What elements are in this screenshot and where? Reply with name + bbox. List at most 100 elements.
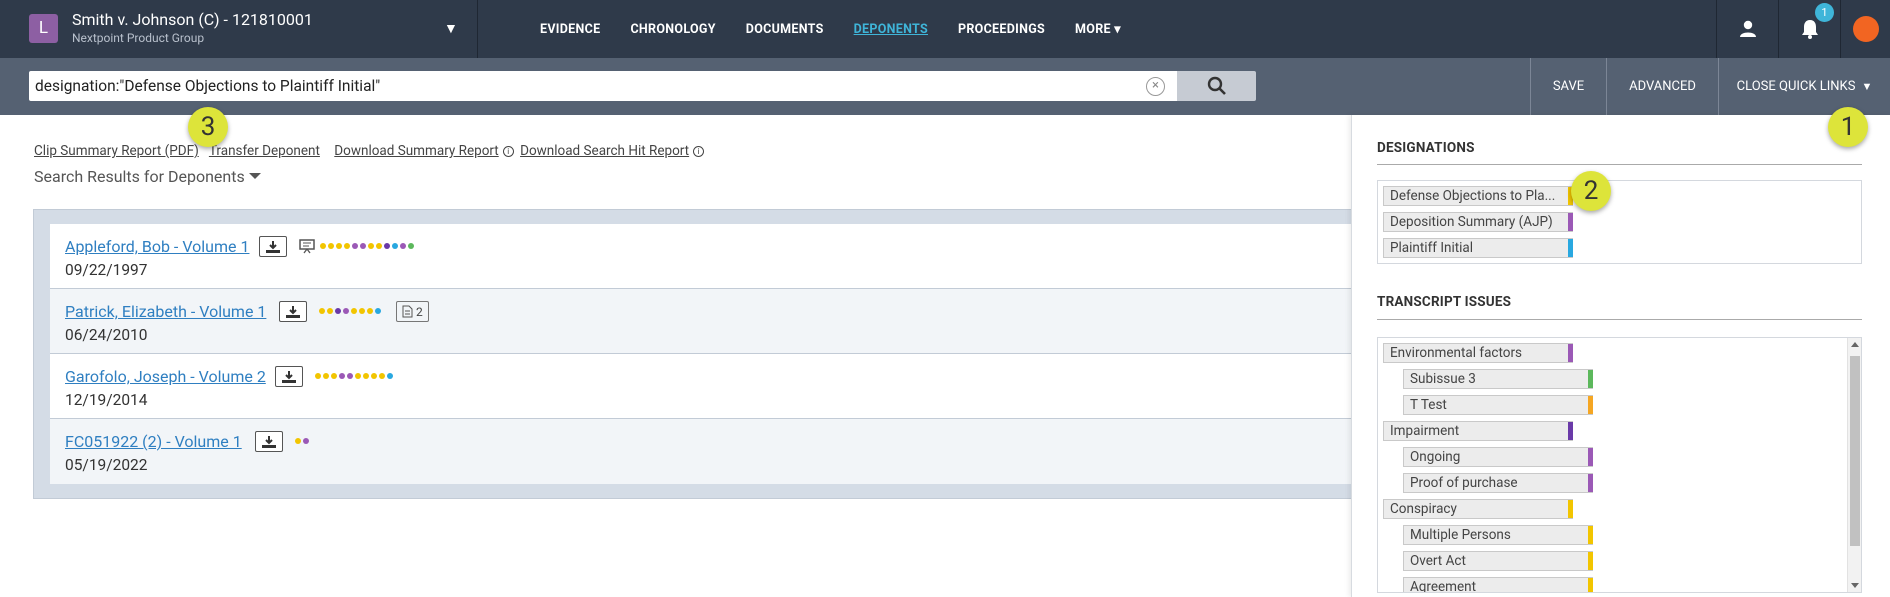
tag-label: Environmental factors <box>1390 345 1523 361</box>
callout-marker: 1 <box>1828 107 1868 147</box>
user-icon <box>1739 20 1756 37</box>
save-search-button[interactable]: SAVE <box>1530 58 1606 115</box>
designation-dot <box>400 243 406 249</box>
info-icon[interactable]: i <box>693 146 705 157</box>
designation-dot <box>392 243 398 249</box>
advanced-search-button[interactable]: ADVANCED <box>1606 58 1718 115</box>
tag-label: Conspiracy <box>1390 501 1457 517</box>
designation-dot <box>379 373 385 379</box>
nav-documents[interactable]: DOCUMENTS <box>746 22 824 37</box>
nav-proceedings[interactable]: PROCEEDINGS <box>958 22 1045 37</box>
tag-label: Defense Objections to Pla... <box>1390 188 1556 204</box>
notifications-button[interactable]: 1 <box>1778 0 1840 58</box>
case-dropdown-caret-icon[interactable]: ▼ <box>444 20 458 37</box>
exhibit-count[interactable]: 2 <box>396 301 429 322</box>
tag-item[interactable]: Deposition Summary (AJP) <box>1383 212 1573 232</box>
tag-item[interactable]: T Test <box>1403 395 1593 415</box>
nav-chronology[interactable]: CHRONOLOGY <box>630 22 715 37</box>
search-input[interactable] <box>29 71 1177 101</box>
scroll-down-icon[interactable] <box>1851 583 1859 588</box>
results-heading-label: Search Results for Deponents <box>34 167 245 186</box>
tag-item[interactable]: Ongoing <box>1403 447 1593 467</box>
user-menu-button[interactable] <box>1716 0 1778 58</box>
tag-label: Ongoing <box>1410 449 1461 465</box>
download-button[interactable] <box>279 301 307 322</box>
designation-dot <box>319 308 325 314</box>
designation-dot <box>360 243 366 249</box>
divider <box>1377 319 1862 320</box>
results-list: Appleford, Bob - Volume 1 09/22/1997 Pat… <box>33 209 1394 499</box>
tag-item[interactable]: Proof of purchase <box>1403 473 1593 493</box>
designation-dots <box>295 438 309 444</box>
callout-marker: 2 <box>1571 171 1611 211</box>
designation-dot <box>328 243 334 249</box>
scroll-up-icon[interactable] <box>1851 342 1859 347</box>
nav-deponents[interactable]: DEPONENTS <box>854 22 928 37</box>
tag-label: Subissue 3 <box>1410 371 1476 387</box>
search-bar: × SAVE ADVANCED CLOSE QUICK LINKS ▼ <box>0 58 1890 115</box>
download-search-hit-report-link[interactable]: Download Search Hit Report <box>520 143 689 159</box>
table-row: Appleford, Bob - Volume 1 09/22/1997 <box>50 224 1394 289</box>
tag-color-bar <box>1588 474 1593 492</box>
quick-links-panel: DESIGNATIONS Defense Objections to Pla..… <box>1351 115 1890 597</box>
tag-item[interactable]: Conspiracy <box>1383 499 1573 519</box>
deponent-date: 06/24/2010 <box>65 326 148 344</box>
results-heading[interactable]: Search Results for Deponents <box>34 167 261 186</box>
divider <box>1377 164 1862 165</box>
designation-dot <box>367 308 373 314</box>
close-quick-links-button[interactable]: CLOSE QUICK LINKS ▼ <box>1718 58 1890 115</box>
download-button[interactable] <box>255 431 283 452</box>
search-button[interactable] <box>1177 71 1256 101</box>
clip-summary-report-link[interactable]: Clip Summary Report (PDF) <box>34 143 199 159</box>
deponent-link[interactable]: Patrick, Elizabeth - Volume 1 <box>65 302 266 321</box>
close-quick-links-label: CLOSE QUICK LINKS <box>1736 79 1856 94</box>
designation-dot <box>387 373 393 379</box>
designation-dot <box>331 373 337 379</box>
nav-evidence[interactable]: EVIDENCE <box>540 22 600 37</box>
download-button[interactable] <box>275 366 303 387</box>
tag-item[interactable]: Multiple Persons <box>1403 525 1593 545</box>
case-selector[interactable]: L Smith v. Johnson (C) - 121810001 Nextp… <box>0 0 478 58</box>
tag-color-bar <box>1588 370 1593 388</box>
tag-color-bar <box>1568 422 1573 440</box>
scroll-thumb[interactable] <box>1850 356 1860 546</box>
deponent-date: 12/19/2014 <box>65 391 148 409</box>
tag-color-bar <box>1588 396 1593 414</box>
designation-dot <box>303 438 309 444</box>
case-title: Smith v. Johnson (C) - 121810001 <box>72 10 313 29</box>
notification-badge: 1 <box>1815 3 1834 22</box>
designation-dot <box>375 308 381 314</box>
table-row: FC051922 (2) - Volume 1 05/19/2022 <box>50 419 1394 484</box>
issues-scrollbar[interactable] <box>1847 338 1861 592</box>
tag-item[interactable]: Defense Objections to Pla... <box>1383 186 1573 206</box>
tag-color-bar <box>1588 578 1593 592</box>
designation-dot <box>359 308 365 314</box>
tag-item[interactable]: Subissue 3 <box>1403 369 1593 389</box>
tag-color-bar <box>1588 448 1593 466</box>
tag-item[interactable]: Impairment <box>1383 421 1573 441</box>
nav-more[interactable]: MORE ▾ <box>1075 21 1121 37</box>
tag-label: T Test <box>1410 397 1447 413</box>
brand-button[interactable] <box>1840 0 1890 58</box>
transfer-deponent-link[interactable]: Transfer Deponent <box>209 143 320 159</box>
deponent-link[interactable]: Garofolo, Joseph - Volume 2 <box>65 367 266 386</box>
tag-color-bar <box>1568 239 1573 257</box>
designation-dots <box>315 373 393 379</box>
deponent-link[interactable]: FC051922 (2) - Volume 1 <box>65 432 242 451</box>
download-summary-report-link[interactable]: Download Summary Report <box>334 143 498 159</box>
caret-down-icon <box>248 173 261 179</box>
tag-item[interactable]: Agreement <box>1403 577 1593 593</box>
tag-label: Agreement <box>1410 579 1477 593</box>
deponent-link[interactable]: Appleford, Bob - Volume 1 <box>65 237 249 256</box>
presentation-icon[interactable] <box>299 238 315 254</box>
tag-item[interactable]: Environmental factors <box>1383 343 1573 363</box>
tag-label: Proof of purchase <box>1410 475 1518 491</box>
download-button[interactable] <box>259 236 287 257</box>
designation-dot <box>323 373 329 379</box>
callout-marker: 3 <box>188 107 228 147</box>
tag-item[interactable]: Plaintiff Initial <box>1383 238 1573 258</box>
tag-label: Multiple Persons <box>1410 527 1511 543</box>
tag-item[interactable]: Overt Act <box>1403 551 1593 571</box>
clear-search-icon[interactable]: × <box>1146 77 1165 96</box>
info-icon[interactable]: i <box>502 146 514 157</box>
